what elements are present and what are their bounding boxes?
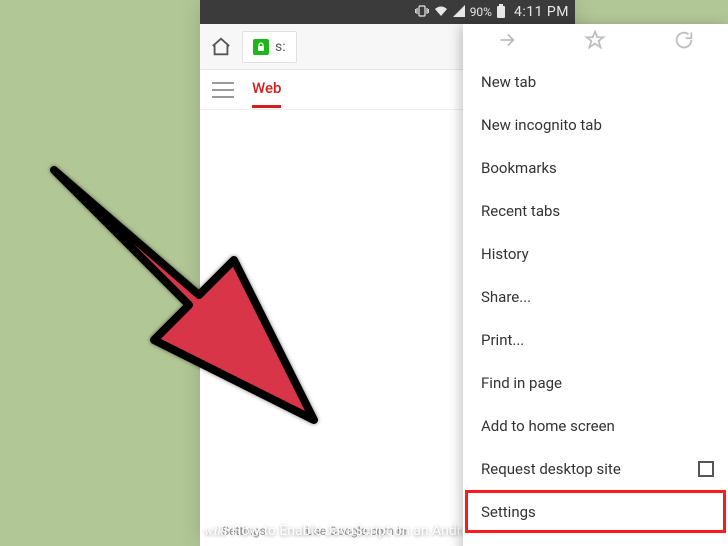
menu-item-new-incognito[interactable]: New incognito tab bbox=[463, 103, 728, 146]
menu-top-icons bbox=[463, 24, 728, 60]
tab-web[interactable]: Web bbox=[252, 79, 281, 108]
menu-item-history[interactable]: History bbox=[463, 232, 728, 275]
menu-item-help[interactable]: Help & feedback bbox=[463, 533, 728, 546]
url-field[interactable]: s: bbox=[242, 31, 297, 63]
battery-icon bbox=[497, 4, 505, 21]
menu-item-share[interactable]: Share... bbox=[463, 275, 728, 318]
checkbox-icon[interactable] bbox=[698, 461, 714, 477]
signal-icon bbox=[453, 5, 465, 20]
tutorial-screenshot: 90% 4:11 PM s: Web Settings bbox=[0, 0, 728, 546]
vibrate-icon bbox=[415, 5, 429, 20]
menu-item-find-in-page[interactable]: Find in page bbox=[463, 361, 728, 404]
menu-item-recent-tabs[interactable]: Recent tabs bbox=[463, 189, 728, 232]
wikihow-brand: wiki bbox=[204, 524, 227, 540]
menu-item-add-home[interactable]: Add to home screen bbox=[463, 404, 728, 447]
menu-item-print[interactable]: Print... bbox=[463, 318, 728, 361]
lock-icon bbox=[253, 39, 269, 55]
menu-item-bookmarks[interactable]: Bookmarks bbox=[463, 146, 728, 189]
home-icon[interactable] bbox=[210, 36, 232, 58]
refresh-icon[interactable] bbox=[673, 29, 695, 55]
menu-item-desktop-site[interactable]: Request desktop site bbox=[463, 447, 728, 490]
wifi-icon bbox=[434, 5, 448, 20]
hamburger-icon[interactable] bbox=[212, 82, 234, 98]
star-icon[interactable] bbox=[584, 29, 606, 55]
battery-pct: 90% bbox=[470, 5, 492, 19]
clock: 4:11 PM bbox=[514, 4, 569, 20]
menu-item-settings[interactable]: Settings bbox=[463, 490, 728, 533]
url-text: s: bbox=[275, 39, 286, 55]
menu-item-new-tab[interactable]: New tab bbox=[463, 60, 728, 103]
forward-icon[interactable] bbox=[496, 29, 518, 55]
chrome-overflow-menu: New tab New incognito tab Bookmarks Rece… bbox=[463, 24, 728, 546]
android-status-bar: 90% 4:11 PM bbox=[200, 0, 575, 24]
